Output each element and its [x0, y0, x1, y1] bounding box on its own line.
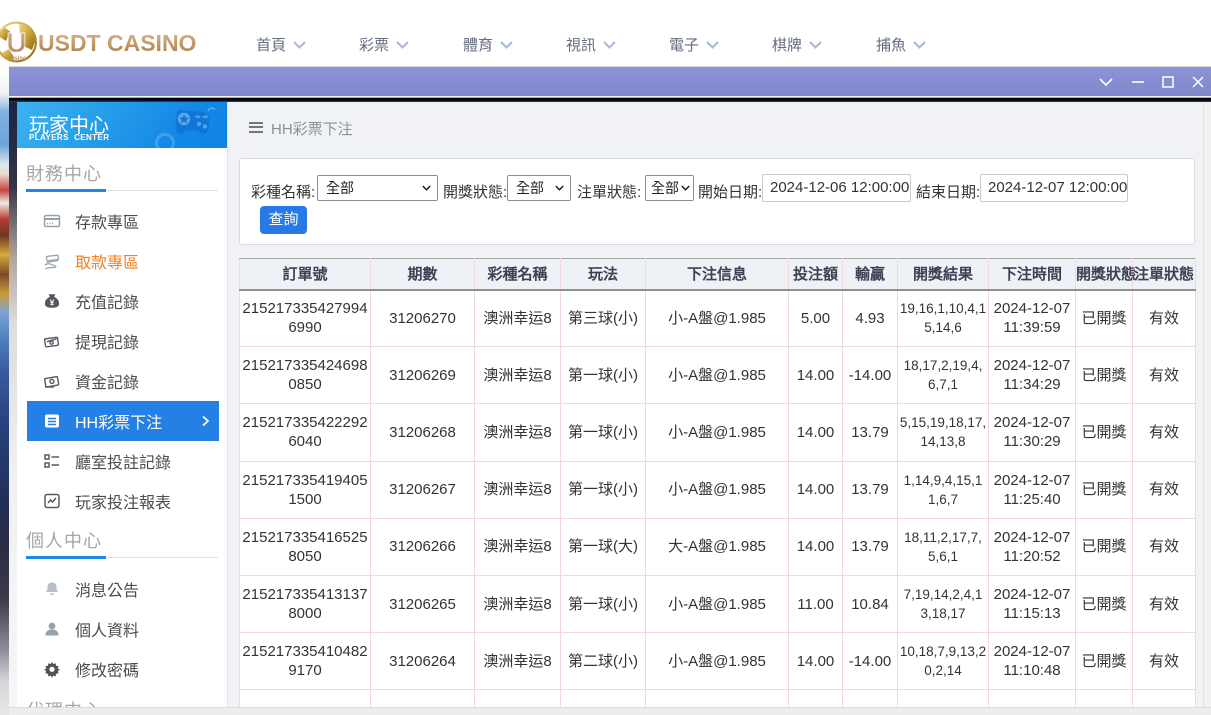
- svg-text:U: U: [6, 27, 26, 58]
- svg-text:¥: ¥: [50, 298, 55, 308]
- svg-text:Casino: Casino: [6, 55, 27, 62]
